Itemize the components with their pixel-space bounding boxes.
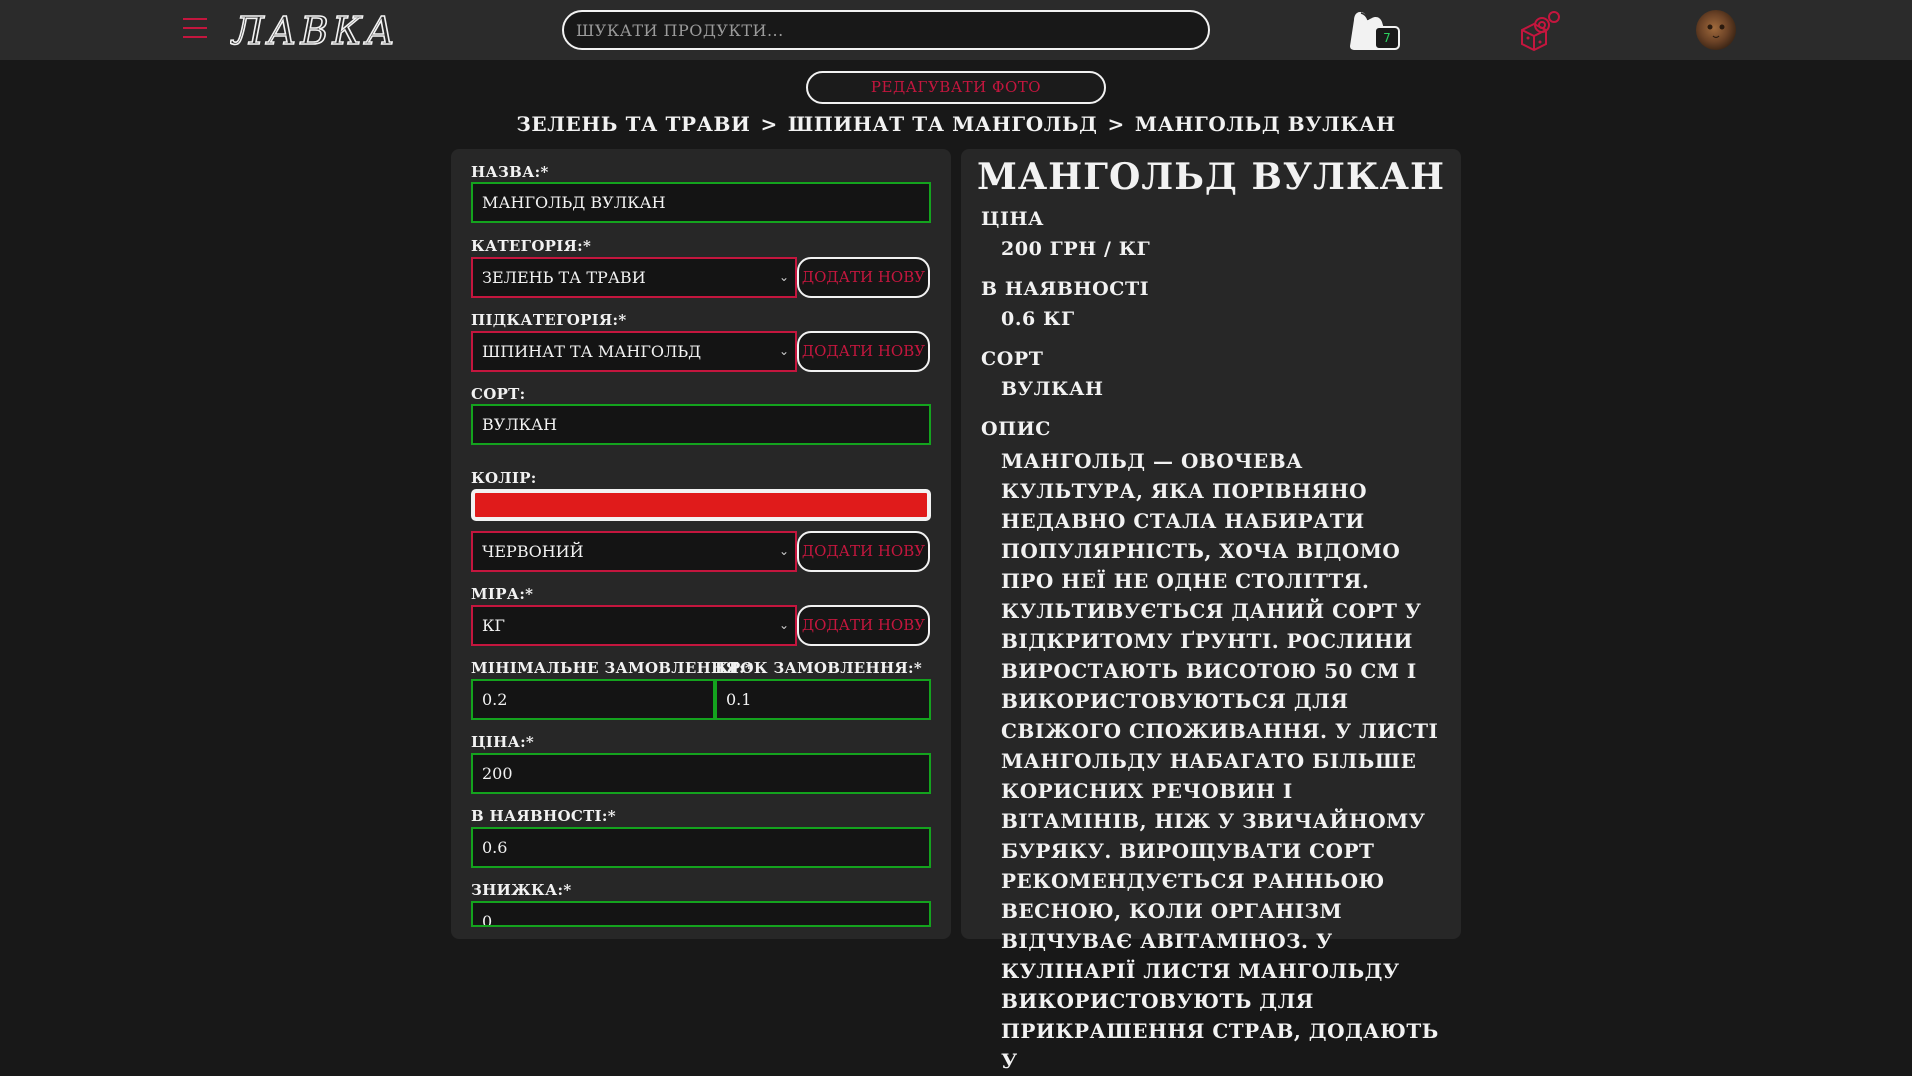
order-step-label: КРОК ЗАМОВЛЕННЯ:* xyxy=(715,659,922,677)
min-order-input[interactable]: 0.2 xyxy=(471,679,715,720)
add-subcategory-button[interactable]: ДОДАТИ НОВУ xyxy=(797,331,930,372)
preview-description: МАНГОЛЬД — ОВОЧЕВА КУЛЬТУРА, ЯКА ПОРІВНЯ… xyxy=(1001,449,1439,1073)
edit-photo-button[interactable]: РЕДАГУВАТИ ФОТО xyxy=(806,71,1106,104)
preview-stock-value: 0.6 КГ xyxy=(1001,308,1075,330)
order-step-input[interactable]: 0.1 xyxy=(715,679,931,720)
preview-description-heading: ОПИС xyxy=(981,418,1051,440)
category-select[interactable]: ЗЕЛЕНЬ ТА ТРАВИ ⌄ xyxy=(471,257,797,298)
preview-stock-heading: В НАЯВНОСТІ xyxy=(981,278,1150,300)
chevron-down-icon: ⌄ xyxy=(778,344,789,358)
sort-label: СОРТ: xyxy=(471,385,526,403)
breadcrumb-separator: > xyxy=(1107,112,1125,136)
breadcrumb: ЗЕЛЕНЬ ТА ТРАВИ > ШПИНАТ ТА МАНГОЛЬД > МАНГО… xyxy=(0,112,1912,136)
sort-input[interactable]: ВУЛКАН xyxy=(471,404,931,445)
chevron-down-icon: ⌄ xyxy=(778,544,789,558)
subcategory-select[interactable]: ШПИНАТ ТА МАНГОЛЬД ⌄ xyxy=(471,331,797,372)
orders-icon[interactable] xyxy=(1518,8,1562,52)
add-measure-button[interactable]: ДОДАТИ НОВУ xyxy=(797,605,930,646)
category-select-value: ЗЕЛЕНЬ ТА ТРАВИ xyxy=(482,268,646,287)
discount-input[interactable]: 0 xyxy=(471,901,931,927)
subcategory-select-value: ШПИНАТ ТА МАНГОЛЬД xyxy=(482,342,702,361)
name-label: НАЗВА:* xyxy=(471,163,549,181)
avatar[interactable] xyxy=(1696,10,1736,50)
name-input[interactable]: МАНГОЛЬД ВУЛКАН xyxy=(471,182,931,223)
price-label: ЦІНА:* xyxy=(471,733,535,751)
add-color-button[interactable]: ДОДАТИ НОВУ xyxy=(797,531,930,572)
measure-label: МІРА:* xyxy=(471,585,534,603)
discount-label: ЗНИЖКА:* xyxy=(471,881,572,899)
preview-sort-value: ВУЛКАН xyxy=(1001,378,1104,400)
price-input[interactable]: 200 xyxy=(471,753,931,794)
preview-price-value: 200 ГРН / КГ xyxy=(1001,238,1151,260)
breadcrumb-item-subcategory[interactable]: ШПИНАТ ТА МАНГОЛЬД xyxy=(788,112,1098,136)
breadcrumb-item-product: МАНГОЛЬД ВУЛКАН xyxy=(1134,112,1396,136)
measure-select-value: КГ xyxy=(482,616,505,635)
color-label: КОЛІР: xyxy=(471,469,537,487)
search-input[interactable] xyxy=(562,10,1210,50)
min-order-label: МІНІМАЛЬНЕ ЗАМОВЛЕННЯ:* xyxy=(471,659,754,677)
breadcrumb-item-category[interactable]: ЗЕЛЕНЬ ТА ТРАВИ xyxy=(516,112,750,136)
preview-price-heading: ЦІНА xyxy=(981,208,1045,230)
measure-select[interactable]: КГ ⌄ xyxy=(471,605,797,646)
menu-icon[interactable] xyxy=(183,18,207,40)
svg-text:ЛАВКА: ЛАВКА xyxy=(230,9,399,53)
stock-input[interactable]: 0.6 xyxy=(471,827,931,868)
preview-title: МАНГОЛЬД ВУЛКАН xyxy=(976,156,1446,198)
breadcrumb-separator: > xyxy=(760,112,778,136)
chevron-down-icon: ⌄ xyxy=(778,618,789,632)
category-label: КАТЕГОРІЯ:* xyxy=(471,237,592,255)
site-logo[interactable]: ЛАВКА xyxy=(229,6,430,54)
cart-count-badge: 7 xyxy=(1374,26,1400,50)
color-select-value: ЧЕРВОНИЙ xyxy=(482,542,584,561)
subcategory-label: ПІДКАТЕГОРІЯ:* xyxy=(471,311,627,329)
preview-sort-heading: СОРТ xyxy=(981,348,1044,370)
stock-label: В НАЯВНОСТІ:* xyxy=(471,807,616,825)
add-category-button[interactable]: ДОДАТИ НОВУ xyxy=(797,257,930,298)
color-select[interactable]: ЧЕРВОНИЙ ⌄ xyxy=(471,531,797,572)
chevron-down-icon: ⌄ xyxy=(778,270,789,284)
color-swatch-picker[interactable] xyxy=(471,489,931,521)
